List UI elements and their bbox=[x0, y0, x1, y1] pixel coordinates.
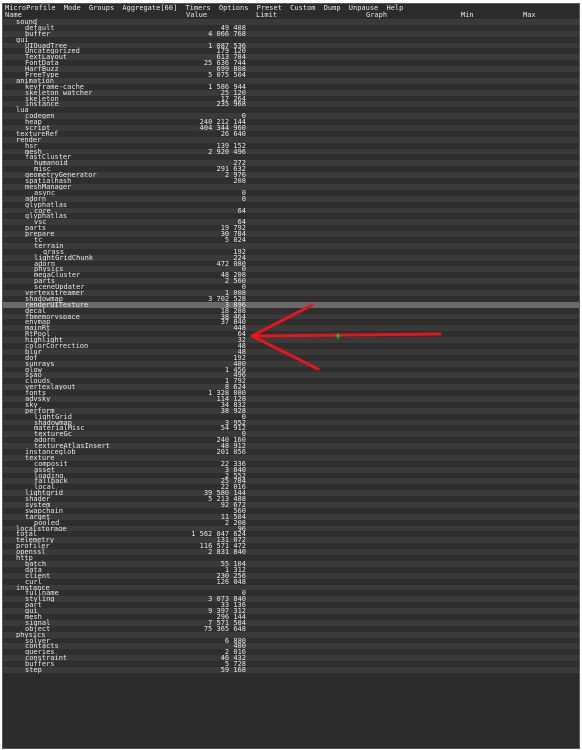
column-header: Name Value Limit Graph Min Max bbox=[3, 12, 579, 19]
menu-aggregate[interactable]: Aggregate[60] bbox=[122, 4, 177, 12]
column-min[interactable]: Min bbox=[461, 12, 474, 19]
column-max[interactable]: Max bbox=[523, 12, 536, 19]
menu-groups[interactable]: Groups bbox=[89, 4, 114, 12]
menu-mode[interactable]: Mode bbox=[64, 4, 81, 12]
counter-name: step bbox=[25, 665, 42, 674]
counter-value: 59 168 bbox=[220, 665, 246, 674]
column-limit[interactable]: Limit bbox=[256, 12, 277, 19]
menu-custom[interactable]: Custom bbox=[290, 4, 315, 12]
counter-row[interactable]: step 59 168 bbox=[3, 665, 579, 674]
counter-list: sound default 49 408 buffer 4 066 768 gui UIQu… bbox=[3, 19, 579, 673]
menu-options[interactable]: Options bbox=[219, 4, 249, 12]
column-graph[interactable]: Graph bbox=[366, 12, 387, 19]
menu-help[interactable]: Help bbox=[387, 4, 404, 12]
column-value[interactable]: Value bbox=[186, 12, 207, 19]
microprofile-window: MicroProfile Mode Groups Aggregate[60] T… bbox=[2, 3, 580, 749]
menu-dump[interactable]: Dump bbox=[324, 4, 341, 12]
menu-bar: MicroProfile Mode Groups Aggregate[60] T… bbox=[3, 4, 579, 12]
